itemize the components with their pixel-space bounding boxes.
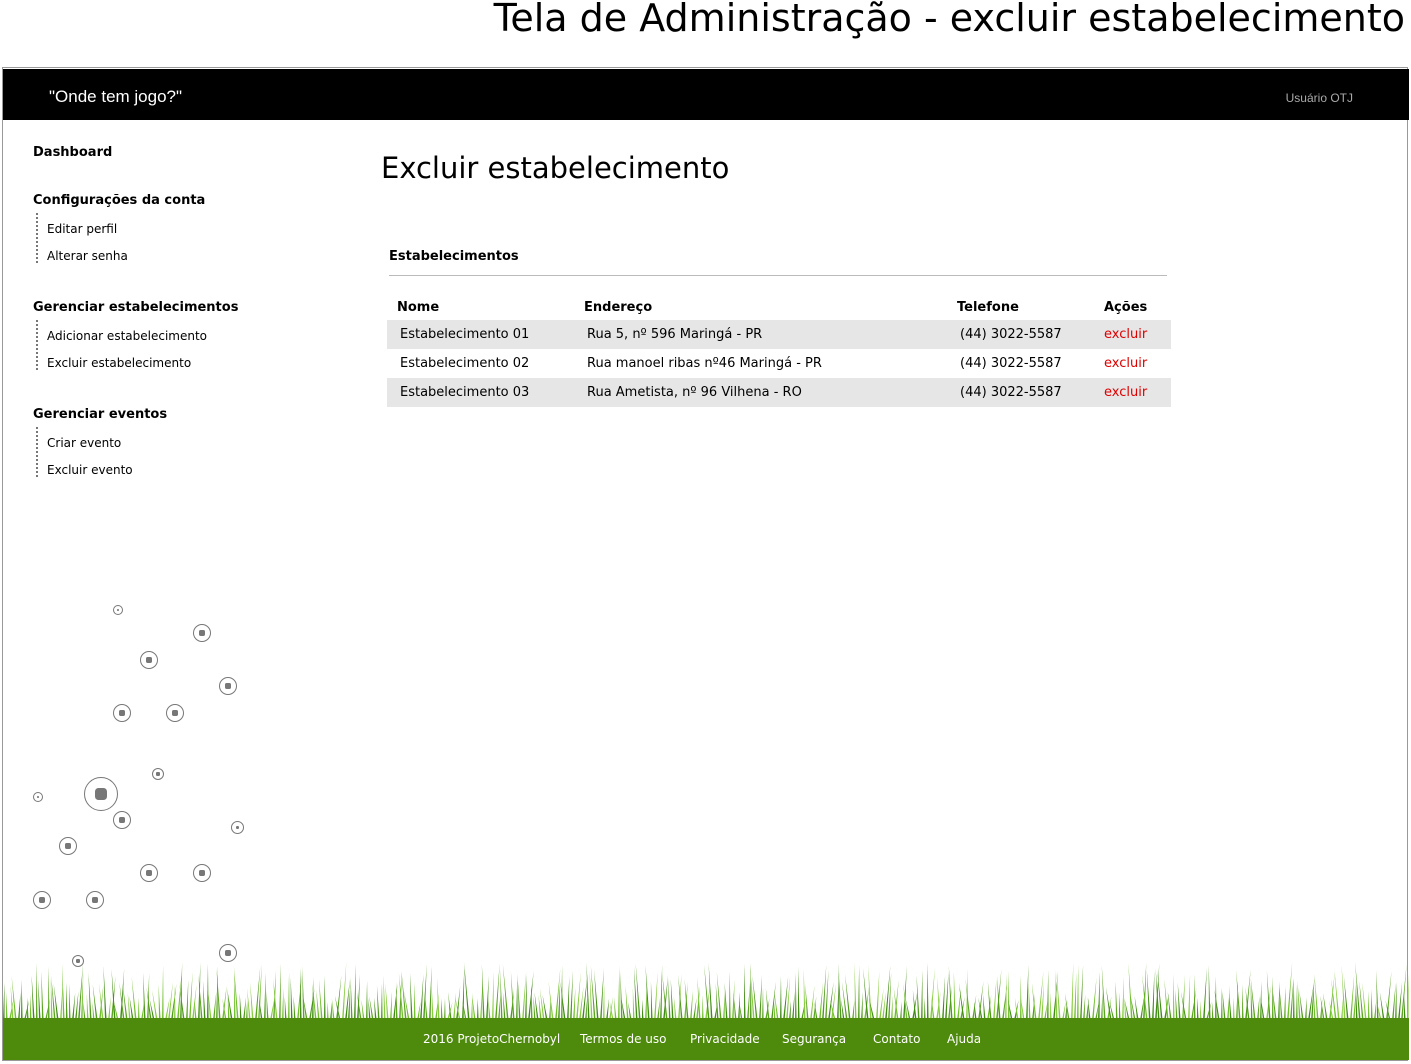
table-row: Estabelecimento 02 Rua manoel ribas nº46…	[387, 349, 1171, 378]
footer-link-terms[interactable]: Termos de uso	[580, 1032, 667, 1046]
column-header-phone: Telefone	[957, 300, 1019, 315]
sidebar-heading-establishments: Gerenciar estabelecimentos	[33, 300, 239, 315]
soccer-ball-icon	[231, 821, 244, 834]
soccer-ball-icon	[193, 864, 211, 882]
table-row: Estabelecimento 01 Rua 5, nº 596 Maringá…	[387, 320, 1171, 349]
sidebar-heading-account: Configurações da conta	[33, 193, 206, 208]
sidebar-item-change-password[interactable]: Alterar senha	[47, 248, 128, 264]
delete-link[interactable]: excluir	[1104, 327, 1147, 342]
sidebar-group-establishments: Adicionar estabelecimento Excluir estabe…	[36, 320, 207, 370]
sidebar-item-delete-event[interactable]: Excluir evento	[47, 462, 133, 478]
brand-logo[interactable]: "Onde tem jogo?"	[49, 87, 182, 107]
soccer-ball-icon	[33, 792, 43, 802]
soccer-ball-icon	[86, 891, 104, 909]
soccer-ball-icon	[140, 651, 158, 669]
sidebar-heading-events: Gerenciar eventos	[33, 407, 168, 422]
footer-link-help[interactable]: Ajuda	[947, 1032, 981, 1046]
sidebar-item-dashboard[interactable]: Dashboard	[33, 145, 112, 160]
footer-link-security[interactable]: Segurança	[782, 1032, 846, 1046]
footer-copyright: 2016 ProjetoChernobyl	[423, 1032, 561, 1046]
grass-decoration	[3, 962, 1409, 1020]
top-bar: "Onde tem jogo?" Usuário OTJ	[3, 69, 1409, 120]
footer-link-contact[interactable]: Contato	[873, 1032, 920, 1046]
column-header-name: Nome	[397, 300, 440, 315]
table-row: Estabelecimento 03 Rua Ametista, nº 96 V…	[387, 378, 1171, 407]
cell-phone: (44) 3022-5587	[960, 385, 1062, 400]
soccer-ball-icon	[193, 624, 211, 642]
section-divider	[389, 275, 1167, 276]
sidebar-item-add-establishment[interactable]: Adicionar estabelecimento	[47, 328, 207, 344]
sidebar-item-create-event[interactable]: Criar evento	[47, 435, 121, 451]
cell-name: Estabelecimento 01	[400, 327, 530, 342]
grass-blades	[3, 962, 1409, 1020]
app-frame	[2, 67, 1408, 1061]
soccer-ball-icon	[140, 864, 158, 882]
footer-link-privacy[interactable]: Privacidade	[690, 1032, 760, 1046]
cell-name: Estabelecimento 02	[400, 356, 530, 371]
sidebar-group-events: Criar evento Excluir evento	[36, 427, 133, 477]
main-heading: Excluir estabelecimento	[381, 151, 730, 185]
column-header-actions: Ações	[1104, 300, 1148, 315]
soccer-ball-icon	[59, 837, 77, 855]
user-menu[interactable]: Usuário OTJ	[1286, 91, 1353, 105]
cell-address: Rua 5, nº 596 Maringá - PR	[587, 327, 763, 342]
sidebar-item-edit-profile[interactable]: Editar perfil	[47, 221, 117, 237]
soccer-ball-icon	[166, 704, 184, 722]
sidebar-item-delete-establishment[interactable]: Excluir estabelecimento	[47, 355, 191, 371]
cell-phone: (44) 3022-5587	[960, 327, 1062, 342]
column-header-address: Endereço	[584, 300, 653, 315]
section-title: Estabelecimentos	[389, 249, 519, 264]
soccer-ball-icon	[113, 605, 123, 615]
soccer-ball-icon	[219, 677, 237, 695]
delete-link[interactable]: excluir	[1104, 356, 1147, 371]
page-title: Tela de Administração - excluir estabele…	[493, 0, 1405, 40]
soccer-ball-icon	[152, 768, 164, 780]
cell-address: Rua manoel ribas nº46 Maringá - PR	[587, 356, 822, 371]
soccer-ball-icon	[33, 891, 51, 909]
delete-link[interactable]: excluir	[1104, 385, 1147, 400]
soccer-ball-icon	[113, 704, 131, 722]
sidebar-group-account: Editar perfil Alterar senha	[36, 213, 128, 263]
footer: 2016 ProjetoChernobyl Termos de uso Priv…	[3, 1018, 1409, 1060]
cell-address: Rua Ametista, nº 96 Vilhena - RO	[587, 385, 802, 400]
soccer-ball-icon	[84, 777, 118, 811]
soccer-ball-icon	[113, 811, 131, 829]
cell-phone: (44) 3022-5587	[960, 356, 1062, 371]
cell-name: Estabelecimento 03	[400, 385, 530, 400]
